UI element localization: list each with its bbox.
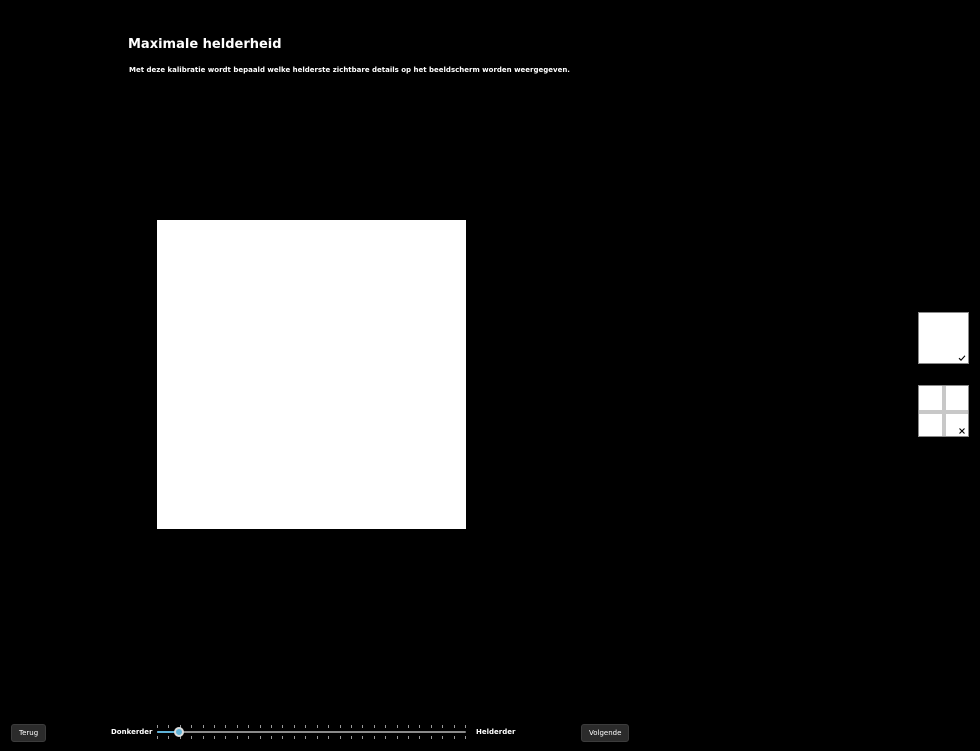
slider-tick (168, 736, 169, 739)
slider-tick (271, 736, 272, 739)
slider-tick (328, 736, 329, 739)
slider-tick (157, 736, 158, 739)
slider-min-label: Donkerder (111, 728, 153, 736)
slider-thumb[interactable] (174, 727, 184, 737)
slider-tick (282, 725, 283, 728)
slider-track[interactable] (157, 731, 466, 733)
reference-image-incorrect (918, 385, 969, 437)
slider-tick (419, 736, 420, 739)
brightness-slider[interactable] (157, 722, 466, 742)
slider-tick (317, 736, 318, 739)
slider-tick (465, 736, 466, 739)
slider-tick (260, 725, 261, 728)
slider-tick (385, 736, 386, 739)
slider-tick (351, 736, 352, 739)
slider-tick (214, 725, 215, 728)
back-button[interactable]: Terug (11, 724, 47, 742)
next-button[interactable]: Volgende (581, 724, 630, 742)
slider-tick (408, 736, 409, 739)
slider-tick (237, 725, 238, 728)
calibration-test-pattern (157, 220, 466, 529)
slider-tick (340, 736, 341, 739)
slider-tick (317, 725, 318, 728)
slider-tick (271, 725, 272, 728)
slider-tick (362, 736, 363, 739)
slider-tick (305, 736, 306, 739)
slider-max-label: Helderder (476, 728, 516, 736)
page-description: Met deze kalibratie wordt bepaald welke … (129, 66, 570, 74)
slider-tick (397, 736, 398, 739)
slider-tick (362, 725, 363, 728)
slider-tick (203, 736, 204, 739)
slider-tick (203, 725, 204, 728)
slider-tick (408, 725, 409, 728)
slider-tick (294, 725, 295, 728)
reference-cross-horizontal (919, 410, 968, 414)
x-mark-icon (959, 428, 965, 434)
slider-tick (248, 736, 249, 739)
slider-tick (351, 725, 352, 728)
slider-tick (454, 725, 455, 728)
slider-tick (340, 725, 341, 728)
slider-tick (157, 725, 158, 728)
slider-tick (282, 736, 283, 739)
slider-tick (385, 725, 386, 728)
slider-tick (465, 725, 466, 728)
slider-tick (191, 725, 192, 728)
slider-tick (225, 736, 226, 739)
slider-tick (294, 736, 295, 739)
slider-tick (168, 725, 169, 728)
checkmark-icon (958, 355, 966, 361)
slider-tick (214, 736, 215, 739)
slider-tick (454, 736, 455, 739)
slider-tick (374, 736, 375, 739)
slider-tick (237, 736, 238, 739)
slider-tick (431, 736, 432, 739)
reference-image-correct (918, 312, 969, 364)
slider-tick (431, 725, 432, 728)
slider-tick (260, 736, 261, 739)
page-title: Maximale helderheid (128, 37, 282, 52)
slider-tick (419, 725, 420, 728)
slider-tick (397, 725, 398, 728)
slider-tick (305, 725, 306, 728)
slider-tick (442, 725, 443, 728)
slider-tick (191, 736, 192, 739)
slider-tick (374, 725, 375, 728)
slider-tick (328, 725, 329, 728)
slider-tick (442, 736, 443, 739)
slider-tick (225, 725, 226, 728)
slider-tick (248, 725, 249, 728)
